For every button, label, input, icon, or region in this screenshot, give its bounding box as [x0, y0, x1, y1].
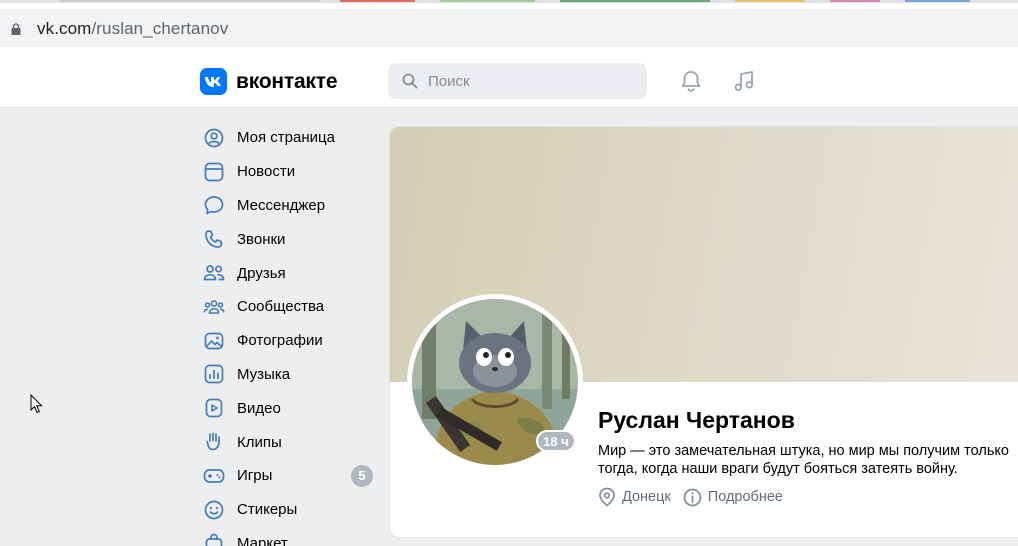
menu-item-clips[interactable]: Клипы: [200, 425, 376, 459]
menu-item-stickers[interactable]: Стикеры: [200, 493, 376, 527]
profile-name: Руслан Чертанов: [598, 407, 795, 433]
mouse-cursor-icon: [30, 394, 43, 414]
profile-city[interactable]: Донецк: [598, 487, 671, 507]
menu-item-communities[interactable]: Сообщества: [200, 290, 376, 324]
profile-card: 18 ч Руслан Чертанов Мир — это замечател…: [389, 126, 1018, 538]
vk-logo[interactable]: вконтакте: [200, 68, 337, 95]
profile-status[interactable]: Мир — это замечательная штука, но мир мы…: [598, 442, 1018, 478]
search-icon: [402, 73, 418, 89]
newsfeed-icon: [203, 161, 225, 183]
menu-item-messenger[interactable]: Мессенджер: [200, 189, 376, 223]
communities-icon: [203, 296, 225, 318]
menu-item-photos[interactable]: Фотографии: [200, 324, 376, 358]
photo-icon: [203, 330, 225, 352]
menu-item-friends[interactable]: Друзья: [200, 256, 376, 290]
info-icon: [683, 488, 702, 507]
menu-item-market[interactable]: Маркет: [200, 527, 376, 546]
gamepad-icon: [203, 465, 225, 487]
phone-icon: [203, 228, 225, 250]
search-input[interactable]: [428, 71, 628, 91]
music-note-icon[interactable]: [731, 68, 757, 94]
games-count-badge: 5: [351, 464, 373, 487]
smile-icon: [203, 499, 225, 521]
profile-more-link[interactable]: Подробнее: [683, 488, 783, 507]
city-label: Донецк: [622, 489, 671, 505]
video-icon: [203, 397, 225, 419]
clips-icon: [203, 431, 225, 453]
url-text[interactable]: vk.com/ruslan_chertanov: [37, 19, 228, 39]
menu-item-video[interactable]: Видео: [200, 391, 376, 425]
online-time-badge: 18 ч: [536, 430, 576, 452]
vk-logo-icon: [200, 68, 227, 95]
menu-item-my-page[interactable]: Моя страница: [200, 121, 376, 155]
lock-icon[interactable]: [11, 23, 21, 35]
location-pin-icon: [598, 487, 616, 507]
music-icon: [203, 363, 225, 385]
market-icon: [203, 532, 225, 546]
url-bar[interactable]: vk.com/ruslan_chertanov: [0, 9, 1018, 47]
menu-item-music[interactable]: Музыка: [200, 358, 376, 392]
friends-icon: [203, 262, 225, 284]
left-menu: Моя страница Новости Мессенджер Звонки Д…: [200, 121, 376, 546]
search-box[interactable]: [388, 63, 647, 99]
menu-item-calls[interactable]: Звонки: [200, 222, 376, 256]
menu-item-news[interactable]: Новости: [200, 155, 376, 189]
menu-item-games[interactable]: Игры 5: [200, 459, 376, 493]
notifications-bell-icon[interactable]: [678, 68, 704, 94]
vk-header: вконтакте: [0, 53, 1018, 108]
profile-meta: Донецк Подробнее: [598, 487, 795, 507]
user-circle-icon: [203, 127, 225, 149]
message-icon: [203, 194, 225, 216]
vk-logo-text: вконтакте: [236, 69, 338, 93]
more-label: Подробнее: [707, 489, 783, 505]
browser-address-bar: vk.com/ruslan_chertanov: [0, 3, 1018, 53]
